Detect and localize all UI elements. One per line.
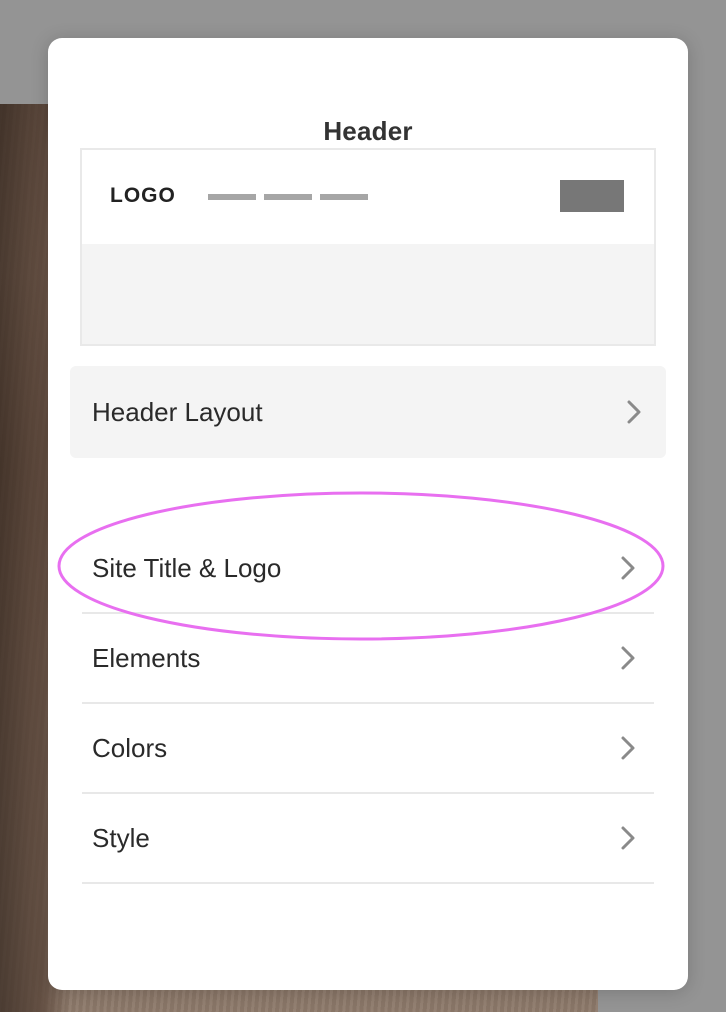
chevron-right-icon: [621, 826, 635, 850]
menu-item-label: Colors: [92, 732, 168, 763]
chevron-right-icon: [621, 736, 635, 760]
preview-logo: LOGO: [110, 184, 176, 207]
preview-nav-item: [264, 194, 312, 200]
preview-nav-item: [208, 194, 256, 200]
chevron-right-icon: [627, 400, 641, 424]
preview-nav-item: [320, 194, 368, 200]
menu-item-site-title-logo[interactable]: Site Title & Logo: [82, 524, 654, 614]
menu-item-header-layout[interactable]: Header Layout: [70, 366, 666, 458]
chevron-right-icon: [621, 646, 635, 670]
menu-item-label: Elements: [92, 642, 201, 673]
menu-item-label: Header Layout: [92, 396, 263, 427]
menu-item-label: Style: [92, 822, 150, 853]
panel-title: Header: [323, 116, 413, 146]
menu-item-label: Site Title & Logo: [92, 552, 282, 583]
preview-header-bar: LOGO: [82, 150, 654, 244]
preview-button: [560, 180, 624, 212]
menu-item-colors[interactable]: Colors: [82, 704, 654, 794]
menu-item-elements[interactable]: Elements: [82, 614, 654, 704]
chevron-right-icon: [621, 556, 635, 580]
menu-item-style[interactable]: Style: [82, 794, 654, 884]
header-preview[interactable]: LOGO: [80, 148, 656, 346]
